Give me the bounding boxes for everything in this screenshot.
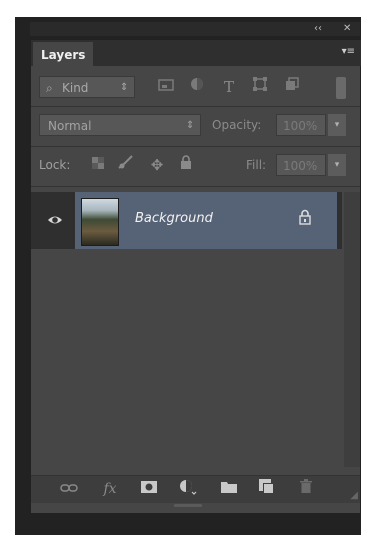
panel-menu-button[interactable]: ▾≡: [342, 46, 355, 58]
type-filter-icon[interactable]: T: [218, 76, 240, 98]
layers-panel: ⌕ Kind ⇕ T Normal ⇕ Opacity: 100% ▾ Lock…: [31, 66, 360, 513]
fill-value: 100%: [283, 159, 318, 173]
lock-transparent-icon[interactable]: [89, 154, 107, 176]
divider: [31, 186, 360, 187]
filter-toggle-icon[interactable]: [336, 77, 346, 99]
smart-object-filter-icon[interactable]: [281, 76, 303, 98]
tab-bar: Layers ▾≡: [31, 40, 361, 66]
divider: [31, 146, 360, 147]
add-mask-icon[interactable]: [138, 479, 160, 499]
new-layer-icon[interactable]: [255, 479, 277, 499]
layer-lock-icon: [299, 209, 311, 229]
lock-all-icon[interactable]: [176, 154, 196, 176]
opacity-dropdown-button[interactable]: ▾: [328, 114, 346, 136]
resize-grip-icon[interactable]: ◢: [350, 490, 358, 501]
opacity-label: Opacity:: [212, 118, 262, 132]
filter-kind-select[interactable]: ⌕ Kind ⇕: [39, 76, 135, 98]
chevron-updown-icon: ⇕: [186, 120, 195, 131]
filter-row: ⌕ Kind ⇕ T: [31, 74, 360, 100]
blend-row: Normal ⇕ Opacity: 100% ▾: [31, 112, 360, 138]
collapse-panels-button[interactable]: ‹‹: [314, 22, 322, 36]
lock-position-icon[interactable]: ✥: [147, 154, 167, 176]
filter-kind-label: Kind: [62, 81, 89, 95]
delete-layer-icon[interactable]: [295, 479, 317, 499]
opacity-value: 100%: [283, 119, 318, 133]
window-title-bar: ‹‹ ✕: [30, 22, 360, 36]
tab-layers[interactable]: Layers: [33, 42, 93, 66]
fx-icon[interactable]: fx: [99, 479, 121, 499]
fill-input[interactable]: 100%: [276, 154, 326, 176]
lock-image-icon[interactable]: [116, 154, 136, 176]
search-icon: ⌕: [46, 81, 53, 95]
layers-footer: fx ◢: [31, 475, 360, 503]
blend-mode-value: Normal: [48, 119, 92, 133]
panel-resize-handle[interactable]: [174, 504, 202, 507]
visibility-eye-icon[interactable]: [47, 209, 63, 231]
fill-label: Fill:: [246, 158, 267, 172]
link-layers-icon[interactable]: [58, 479, 80, 499]
lock-label: Lock:: [39, 158, 71, 172]
layer-row[interactable]: Background: [31, 192, 342, 249]
image-filter-icon[interactable]: [155, 76, 177, 98]
opacity-input[interactable]: 100%: [276, 114, 326, 136]
layer-name[interactable]: Background: [135, 211, 213, 226]
blend-mode-select[interactable]: Normal ⇕: [39, 114, 201, 136]
fill-dropdown-button[interactable]: ▾: [328, 154, 346, 176]
scrollbar[interactable]: [344, 192, 360, 467]
adjustment-layer-icon[interactable]: [177, 479, 199, 501]
lock-row: Lock: ✥ Fill: 100% ▾: [31, 152, 360, 178]
layer-thumbnail: [81, 198, 119, 246]
new-group-icon[interactable]: [218, 479, 240, 499]
shape-filter-icon[interactable]: [249, 76, 271, 98]
divider: [31, 106, 360, 107]
close-panel-button[interactable]: ✕: [343, 22, 351, 36]
adjustment-filter-icon[interactable]: [186, 76, 208, 98]
chevron-updown-icon: ⇕: [120, 82, 129, 93]
